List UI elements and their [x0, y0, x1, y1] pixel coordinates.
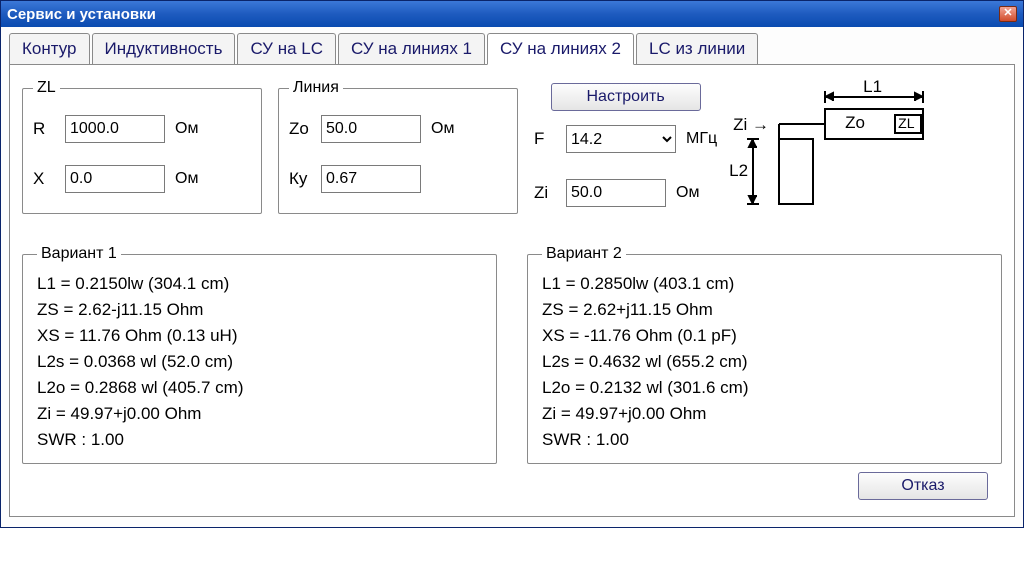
v1-line-1: ZS = 2.62-j11.15 Ohm	[37, 297, 482, 323]
v2-line-6: SWR : 1.00	[542, 427, 987, 453]
f-label: F	[534, 129, 560, 149]
zl-group: ZL R Ом X Ом	[22, 79, 262, 214]
variant-1: Вариант 1 L1 = 0.2150lw (304.1 cm) ZS = …	[22, 245, 497, 464]
tab-su-lines-1[interactable]: СУ на линиях 1	[338, 33, 485, 65]
r-label: R	[33, 119, 59, 139]
v2-line-0: L1 = 0.2850lw (403.1 cm)	[542, 271, 987, 297]
r-input[interactable]	[65, 115, 165, 143]
v1-line-5: Zi = 49.97+j0.00 Ohm	[37, 401, 482, 427]
v1-line-6: SWR : 1.00	[37, 427, 482, 453]
v2-line-5: Zi = 49.97+j0.00 Ohm	[542, 401, 987, 427]
title-bar: Сервис и установки ✕	[1, 1, 1023, 27]
v1-line-4: L2o = 0.2868 wl (405.7 cm)	[37, 375, 482, 401]
diagram-zo-label: Zo	[845, 113, 865, 133]
diagram-zi-label: Zi →	[733, 115, 769, 135]
zo-label: Zo	[289, 119, 315, 139]
v2-line-2: XS = -11.76 Ohm (0.1 pF)	[542, 323, 987, 349]
v1-line-3: L2s = 0.0368 wl (52.0 cm)	[37, 349, 482, 375]
x-unit: Ом	[175, 170, 198, 188]
zi-unit: Ом	[676, 184, 699, 202]
line-legend: Линия	[289, 79, 343, 97]
variant-2: Вариант 2 L1 = 0.2850lw (403.1 cm) ZS = …	[527, 245, 1002, 464]
tab-contour[interactable]: Контур	[9, 33, 90, 65]
diagram-l2-label: L2	[729, 161, 748, 181]
close-icon[interactable]: ✕	[999, 6, 1017, 22]
x-label: X	[33, 169, 59, 189]
variant2-legend: Вариант 2	[542, 245, 626, 263]
tune-button[interactable]: Настроить	[551, 83, 701, 111]
window-body: Контур Индуктивность СУ на LC СУ на лини…	[1, 27, 1023, 527]
diagram-zl-label: ZL	[898, 115, 914, 131]
zo-input[interactable]	[321, 115, 421, 143]
ku-label: Ку	[289, 169, 315, 189]
zl-legend: ZL	[33, 79, 60, 97]
line-group: Линия Zo Ом Ку	[278, 79, 518, 214]
x-input[interactable]	[65, 165, 165, 193]
diagram-l1-label: L1	[863, 77, 882, 97]
window-title: Сервис и установки	[7, 6, 156, 23]
dialog-window: Сервис и установки ✕ Контур Индуктивност…	[0, 0, 1024, 528]
r-unit: Ом	[175, 120, 198, 138]
diagram-svg	[733, 79, 943, 229]
v2-line-1: ZS = 2.62+j11.15 Ohm	[542, 297, 987, 323]
footer: Отказ	[22, 464, 1002, 504]
f-select[interactable]: 14.2	[566, 125, 676, 153]
v2-line-3: L2s = 0.4632 wl (655.2 cm)	[542, 349, 987, 375]
schematic-diagram: L1 Zi → Zo ZL L2	[733, 79, 943, 229]
tab-su-lc[interactable]: СУ на LC	[237, 33, 336, 65]
tab-strip: Контур Индуктивность СУ на LC СУ на лини…	[9, 33, 1015, 65]
controls-column: Настроить F 14.2 МГц Zi Ом	[534, 79, 717, 215]
zi-input[interactable]	[566, 179, 666, 207]
zi-label: Zi	[534, 183, 560, 203]
tab-inductance[interactable]: Индуктивность	[92, 33, 236, 65]
tab-panel: ZL R Ом X Ом Линия Zo	[9, 64, 1015, 517]
v1-line-2: XS = 11.76 Ohm (0.13 uH)	[37, 323, 482, 349]
tab-lc-from-line[interactable]: LC из линии	[636, 33, 758, 65]
f-unit: МГц	[686, 130, 717, 148]
tab-su-lines-2[interactable]: СУ на линиях 2	[487, 33, 634, 65]
cancel-button[interactable]: Отказ	[858, 472, 988, 500]
variant1-legend: Вариант 1	[37, 245, 121, 263]
v2-line-4: L2o = 0.2132 wl (301.6 cm)	[542, 375, 987, 401]
ku-input[interactable]	[321, 165, 421, 193]
zo-unit: Ом	[431, 120, 454, 138]
v1-line-0: L1 = 0.2150lw (304.1 cm)	[37, 271, 482, 297]
